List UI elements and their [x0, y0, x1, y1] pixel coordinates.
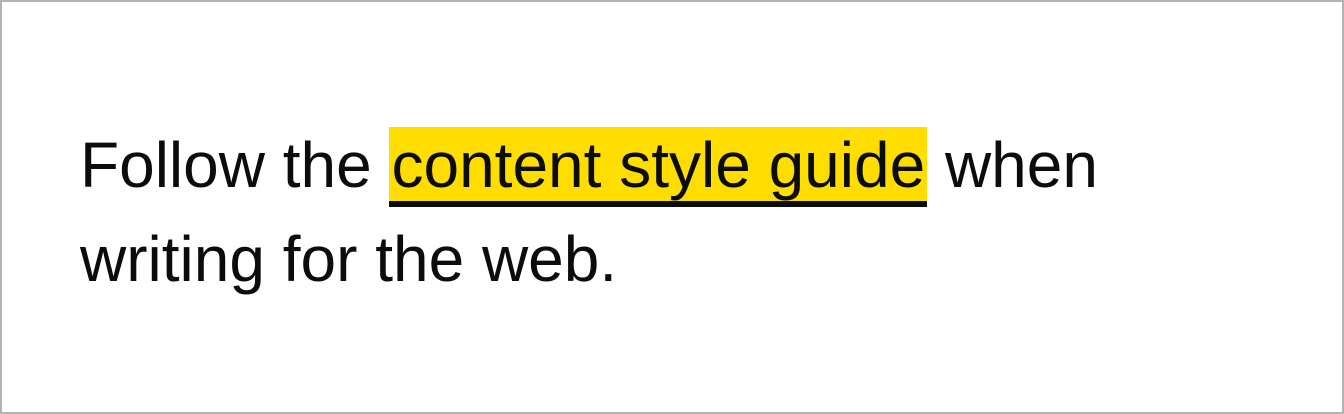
example-frame: Follow the content style guide when writ… [0, 0, 1344, 414]
body-paragraph: Follow the content style guide when writ… [80, 118, 1260, 306]
paragraph-text-before-link: Follow the [80, 129, 390, 201]
content-style-guide-link[interactable]: content style guide [389, 129, 928, 201]
